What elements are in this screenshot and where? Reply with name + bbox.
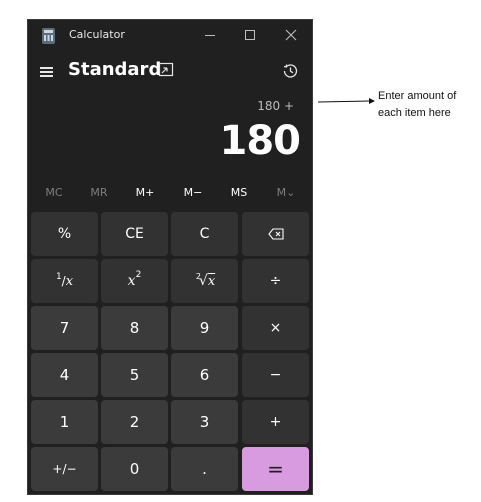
digit-5-button[interactable]: 5 [101, 353, 168, 397]
decimal-button[interactable]: . [171, 447, 238, 491]
memory-add-button[interactable]: M+ [127, 186, 163, 199]
digit-9-button[interactable]: 9 [171, 306, 238, 350]
root-index: 2 [195, 271, 201, 281]
reciprocal-button[interactable]: 1/x [31, 259, 98, 303]
window-title: Calculator [69, 28, 125, 41]
annotation-arrow-icon [318, 98, 375, 104]
root-argument: x [207, 273, 216, 289]
expression-display: 180 + [257, 99, 294, 113]
minimize-button[interactable] [198, 25, 222, 45]
reciprocal-numerator: 1 [55, 272, 62, 282]
percent-button[interactable]: % [31, 212, 98, 256]
equals-button[interactable]: = [242, 447, 309, 491]
memory-subtract-button[interactable]: M− [175, 186, 211, 199]
memory-store-button[interactable]: MS [221, 186, 257, 199]
divide-button[interactable]: ÷ [242, 259, 309, 303]
keep-on-top-icon[interactable] [158, 62, 174, 78]
negate-button[interactable]: +/− [31, 447, 98, 491]
close-icon [285, 29, 297, 41]
calculator-window: Calculator Standard 180 + 180 MC MR M+ M… [27, 19, 313, 495]
backspace-icon [267, 228, 284, 240]
square-button[interactable]: x2 [101, 259, 168, 303]
digit-4-button[interactable]: 4 [31, 353, 98, 397]
digit-7-button[interactable]: 7 [31, 306, 98, 350]
square-root-button[interactable]: 2 √ x [171, 259, 238, 303]
digit-2-button[interactable]: 2 [101, 400, 168, 444]
result-display: 180 [219, 118, 301, 164]
mode-header: Standard [28, 58, 312, 88]
close-button[interactable] [279, 25, 303, 45]
digit-1-button[interactable]: 1 [31, 400, 98, 444]
digit-8-button[interactable]: 8 [101, 306, 168, 350]
backspace-button[interactable] [242, 212, 309, 256]
subtract-button[interactable]: − [242, 353, 309, 397]
reciprocal-denominator: x [65, 273, 74, 289]
history-icon[interactable] [281, 62, 299, 80]
menu-icon[interactable] [40, 65, 54, 79]
clear-entry-button[interactable]: CE [101, 212, 168, 256]
multiply-button[interactable]: × [242, 306, 309, 350]
clear-button[interactable]: C [171, 212, 238, 256]
memory-list-button[interactable]: M⌄ [268, 186, 304, 199]
memory-recall-button[interactable]: MR [81, 186, 117, 199]
maximize-button[interactable] [238, 25, 262, 45]
square-base: x [127, 273, 136, 289]
memory-clear-button[interactable]: MC [36, 186, 72, 199]
mode-title: Standard [68, 59, 162, 80]
annotation-callout: Enter amount of each item here [378, 90, 457, 119]
add-button[interactable]: + [242, 400, 309, 444]
digit-6-button[interactable]: 6 [171, 353, 238, 397]
square-exponent: 2 [135, 270, 142, 280]
memory-row: MC MR M+ M− MS M⌄ [28, 186, 312, 206]
digit-3-button[interactable]: 3 [171, 400, 238, 444]
title-bar: Calculator [28, 20, 312, 50]
digit-0-button[interactable]: 0 [101, 447, 168, 491]
calculator-app-icon [42, 28, 55, 44]
